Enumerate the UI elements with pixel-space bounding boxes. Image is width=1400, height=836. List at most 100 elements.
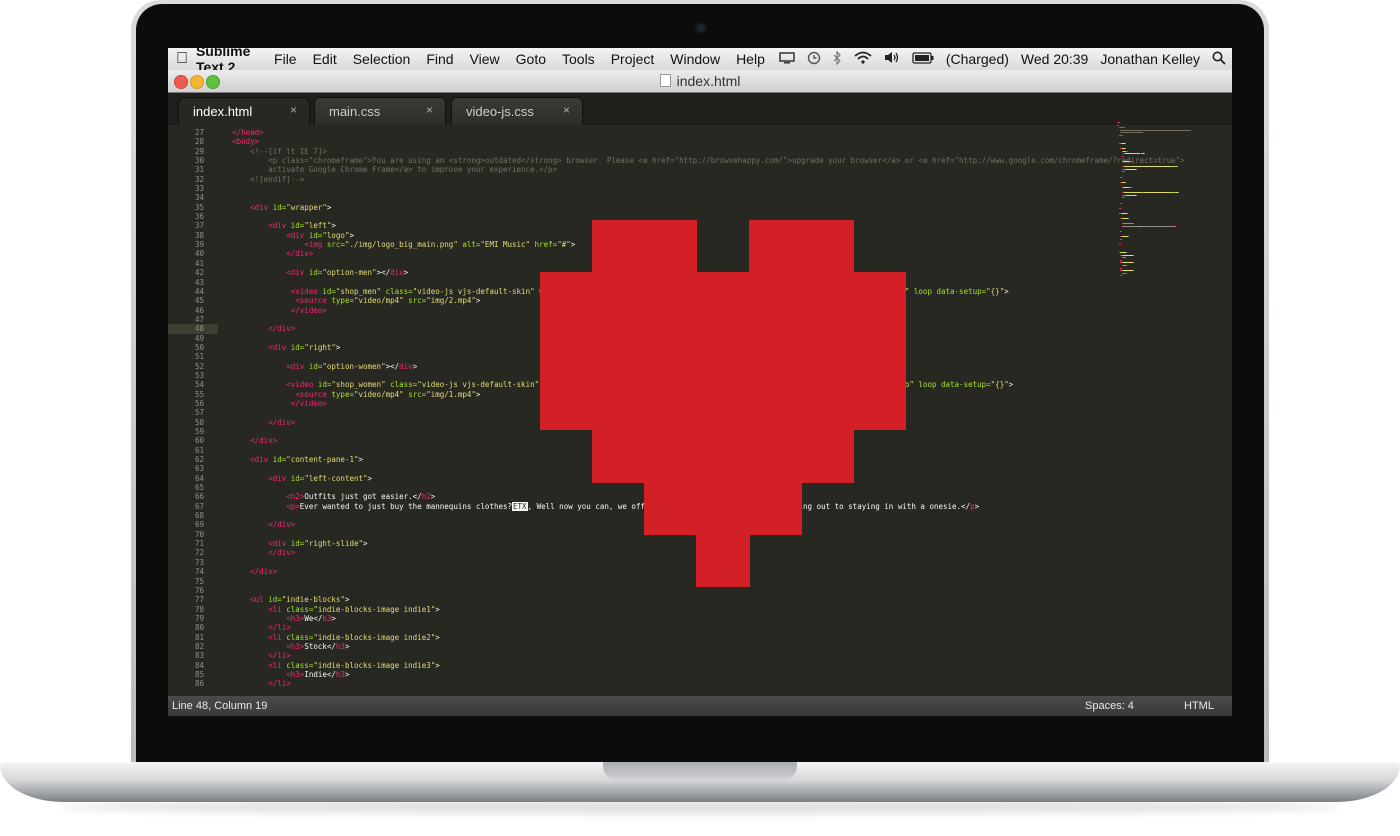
code-token: We</ [304, 613, 323, 623]
code-token: <li [268, 632, 287, 642]
line-number: 62 [194, 455, 204, 465]
code-token: "shop_men" [335, 286, 382, 296]
minimap-stroke [1123, 223, 1133, 225]
apple-icon[interactable]:  [168, 50, 196, 68]
tab-close-icon[interactable]: × [290, 103, 297, 117]
syntax-mode[interactable]: HTML [1184, 700, 1214, 712]
minimap-stroke [1120, 176, 1123, 178]
code-token: id= [308, 230, 323, 240]
code-token: id= [290, 342, 305, 352]
line-number: 47 [194, 314, 204, 324]
display-icon[interactable] [773, 51, 801, 67]
menu-window[interactable]: Window [662, 51, 728, 67]
menu-view[interactable]: View [462, 51, 508, 67]
minimap-stroke [1121, 155, 1124, 157]
tab-close-icon[interactable]: × [426, 103, 433, 117]
menu-tools[interactable]: Tools [554, 51, 603, 67]
code-token: h3 [335, 669, 345, 679]
heart-block [644, 482, 802, 535]
time-machine-icon[interactable] [801, 51, 827, 68]
menu-find[interactable]: Find [418, 51, 461, 67]
line-number: 78 [194, 604, 204, 614]
volume-icon[interactable] [878, 51, 906, 67]
tab-main-css[interactable]: main.css × [314, 97, 446, 125]
code-token: id= [272, 455, 287, 465]
indentation-setting[interactable]: Spaces: 4 [1085, 700, 1134, 712]
line-number: 41 [194, 258, 204, 268]
minimap-stroke [1123, 262, 1134, 264]
code-token: "EMI Music" [480, 240, 531, 250]
code-token: <li [268, 660, 287, 670]
minimap-stroke [1120, 231, 1123, 233]
code-token: <div [268, 342, 291, 352]
code-token: > [412, 361, 418, 371]
code-token: "./img/logo_big_main.png" [344, 240, 458, 250]
code-token: h2 [421, 492, 431, 502]
minimap-stroke [1143, 166, 1170, 168]
tab-video-js-css[interactable]: video-js.css × [451, 97, 583, 125]
tab-index-html[interactable]: index.html × [178, 97, 310, 125]
spotlight-search-icon[interactable] [1206, 51, 1232, 68]
code-token: </div> [250, 436, 278, 446]
code-token: </video> [290, 398, 327, 408]
menu-help[interactable]: Help [728, 51, 773, 67]
code-line: <li class="indie-blocks-image indie3"> [214, 661, 1114, 670]
line-number: 76 [194, 585, 204, 595]
menu-project[interactable]: Project [603, 51, 663, 67]
code-token: <source [295, 389, 332, 399]
heart-block [540, 272, 906, 430]
battery-icon[interactable] [906, 51, 940, 67]
bluetooth-icon[interactable] [827, 50, 848, 68]
code-line: </head> [214, 128, 1114, 137]
line-number: 80 [194, 623, 204, 633]
minimap-stroke [1120, 132, 1143, 134]
menu-edit[interactable]: Edit [305, 51, 345, 67]
minimap-stroke [1123, 254, 1134, 256]
code-token: "img/2.mp4" [426, 296, 476, 306]
line-number: 67 [194, 501, 204, 511]
wifi-icon[interactable] [848, 51, 878, 67]
line-number: 82 [194, 641, 204, 651]
minimap-stroke [1131, 192, 1142, 194]
line-number: 72 [194, 548, 204, 558]
code-token: > [344, 595, 350, 605]
line-number: 45 [194, 296, 204, 306]
code-token: > [1008, 380, 1014, 390]
document-icon [659, 74, 671, 87]
menubar-user[interactable]: Jonathan Kelley [1094, 51, 1206, 67]
heart-block [592, 220, 697, 273]
minimap-stroke [1120, 129, 1192, 131]
cursor-position: Line 48, Column 19 [172, 700, 268, 712]
code-token: activate Google Chrome Frame</a> to impr… [268, 165, 558, 175]
code-token: </li> [268, 651, 291, 661]
code-token: > [335, 342, 341, 352]
minimap-stroke [1126, 153, 1135, 155]
menubar-clock[interactable]: Wed 20:39 [1015, 51, 1094, 67]
minimap-stroke [1120, 267, 1122, 269]
tab-close-icon[interactable]: × [563, 103, 570, 117]
menu-file[interactable]: File [266, 51, 305, 67]
code-token: "video/mp4" [353, 389, 404, 399]
code-token: type= [331, 389, 354, 399]
line-number: 79 [194, 613, 204, 623]
code-token: id= [290, 473, 305, 483]
menu-goto[interactable]: Goto [508, 51, 554, 67]
line-number: 56 [194, 398, 204, 408]
minimap[interactable] [1116, 122, 1226, 292]
menu-selection[interactable]: Selection [345, 51, 419, 67]
line-number: 39 [194, 240, 204, 250]
